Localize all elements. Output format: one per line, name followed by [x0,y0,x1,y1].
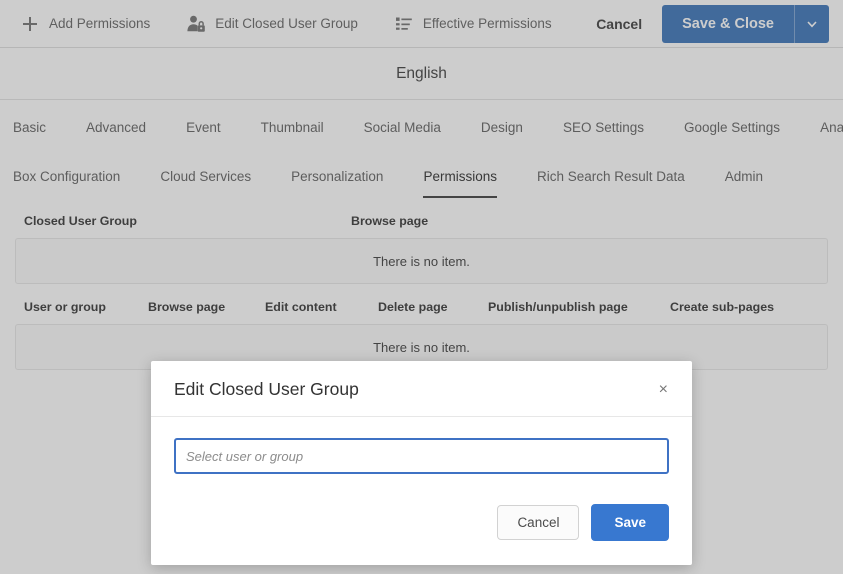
tab-seo-settings[interactable]: SEO Settings [543,120,664,149]
language-title: English [396,64,447,82]
tab-event[interactable]: Event [166,120,241,149]
dialog-header: Edit Closed User Group × [151,361,692,417]
dialog-footer: Cancel Save [151,488,692,565]
user-header-create-sub-pages: Create sub-pages [670,300,774,314]
plus-icon [20,14,40,34]
tab-google-settings[interactable]: Google Settings [664,120,800,149]
effective-permissions-label: Effective Permissions [422,16,552,31]
tab-rich-search-result-data[interactable]: Rich Search Result Data [517,169,705,198]
add-permissions-button[interactable]: Add Permissions [14,7,164,41]
cug-empty-text: There is no item. [373,253,470,269]
tab-permissions[interactable]: Permissions [403,169,517,198]
tab-row-primary: Basic Advanced Event Thumbnail Social Me… [0,100,843,149]
tab-row-secondary: Box Configuration Cloud Services Persona… [0,149,843,198]
save-and-close-button[interactable]: Save & Close [662,5,794,43]
dialog-body [151,417,692,488]
tab-advanced[interactable]: Advanced [66,120,166,149]
dialog-save-button[interactable]: Save [591,504,669,541]
select-user-or-group-input[interactable] [174,438,669,474]
add-permissions-label: Add Permissions [49,16,151,31]
dialog-cancel-button[interactable]: Cancel [497,505,580,540]
user-table-header-row: User or group Browse page Edit content D… [15,284,828,324]
tab-social-media[interactable]: Social Media [344,120,461,149]
tab-personalization[interactable]: Personalization [271,169,403,198]
edit-closed-user-group-dialog: Edit Closed User Group × Cancel Save [151,361,692,565]
tab-thumbnail[interactable]: Thumbnail [241,120,344,149]
command-toolbar: Add Permissions Edit Closed User Group E… [0,0,843,48]
tab-box-configuration[interactable]: Box Configuration [13,169,140,198]
user-header-publish-unpublish-page: Publish/unpublish page [488,300,628,314]
tab-design[interactable]: Design [461,120,543,149]
toolbar-cancel-button[interactable]: Cancel [580,16,658,32]
user-header-browse-page: Browse page [148,300,226,314]
user-header-user-or-group: User or group [24,300,106,314]
list-icon [394,14,414,34]
dialog-title: Edit Closed User Group [174,379,359,399]
closed-user-group-table: Closed User Group Browse page There is n… [0,198,843,284]
user-permission-table: User or group Browse page Edit content D… [0,284,843,370]
chevron-down-icon[interactable] [795,5,829,43]
edit-closed-user-group-label: Edit Closed User Group [215,16,358,31]
user-empty-text: There is no item. [373,339,470,355]
close-icon[interactable]: × [657,380,670,400]
language-band: English [0,48,843,100]
tab-cloud-services[interactable]: Cloud Services [140,169,271,198]
edit-closed-user-group-button[interactable]: Edit Closed User Group [180,7,372,41]
cug-header-closed-user-group: Closed User Group [24,214,137,228]
user-header-edit-content: Edit content [265,300,337,314]
cug-header-browse-page: Browse page [351,214,429,228]
tab-admin[interactable]: Admin [705,169,783,198]
user-lock-icon [186,14,206,34]
tabs-container: Basic Advanced Event Thumbnail Social Me… [0,100,843,198]
save-and-close-split-button: Save & Close [662,4,829,43]
tab-basic[interactable]: Basic [13,120,66,149]
cug-table-header-row: Closed User Group Browse page [15,198,828,238]
tab-analytics[interactable]: Analytics [800,120,843,149]
user-header-delete-page: Delete page [378,300,448,314]
cug-table-empty-row: There is no item. [15,238,828,284]
effective-permissions-button[interactable]: Effective Permissions [388,7,566,41]
